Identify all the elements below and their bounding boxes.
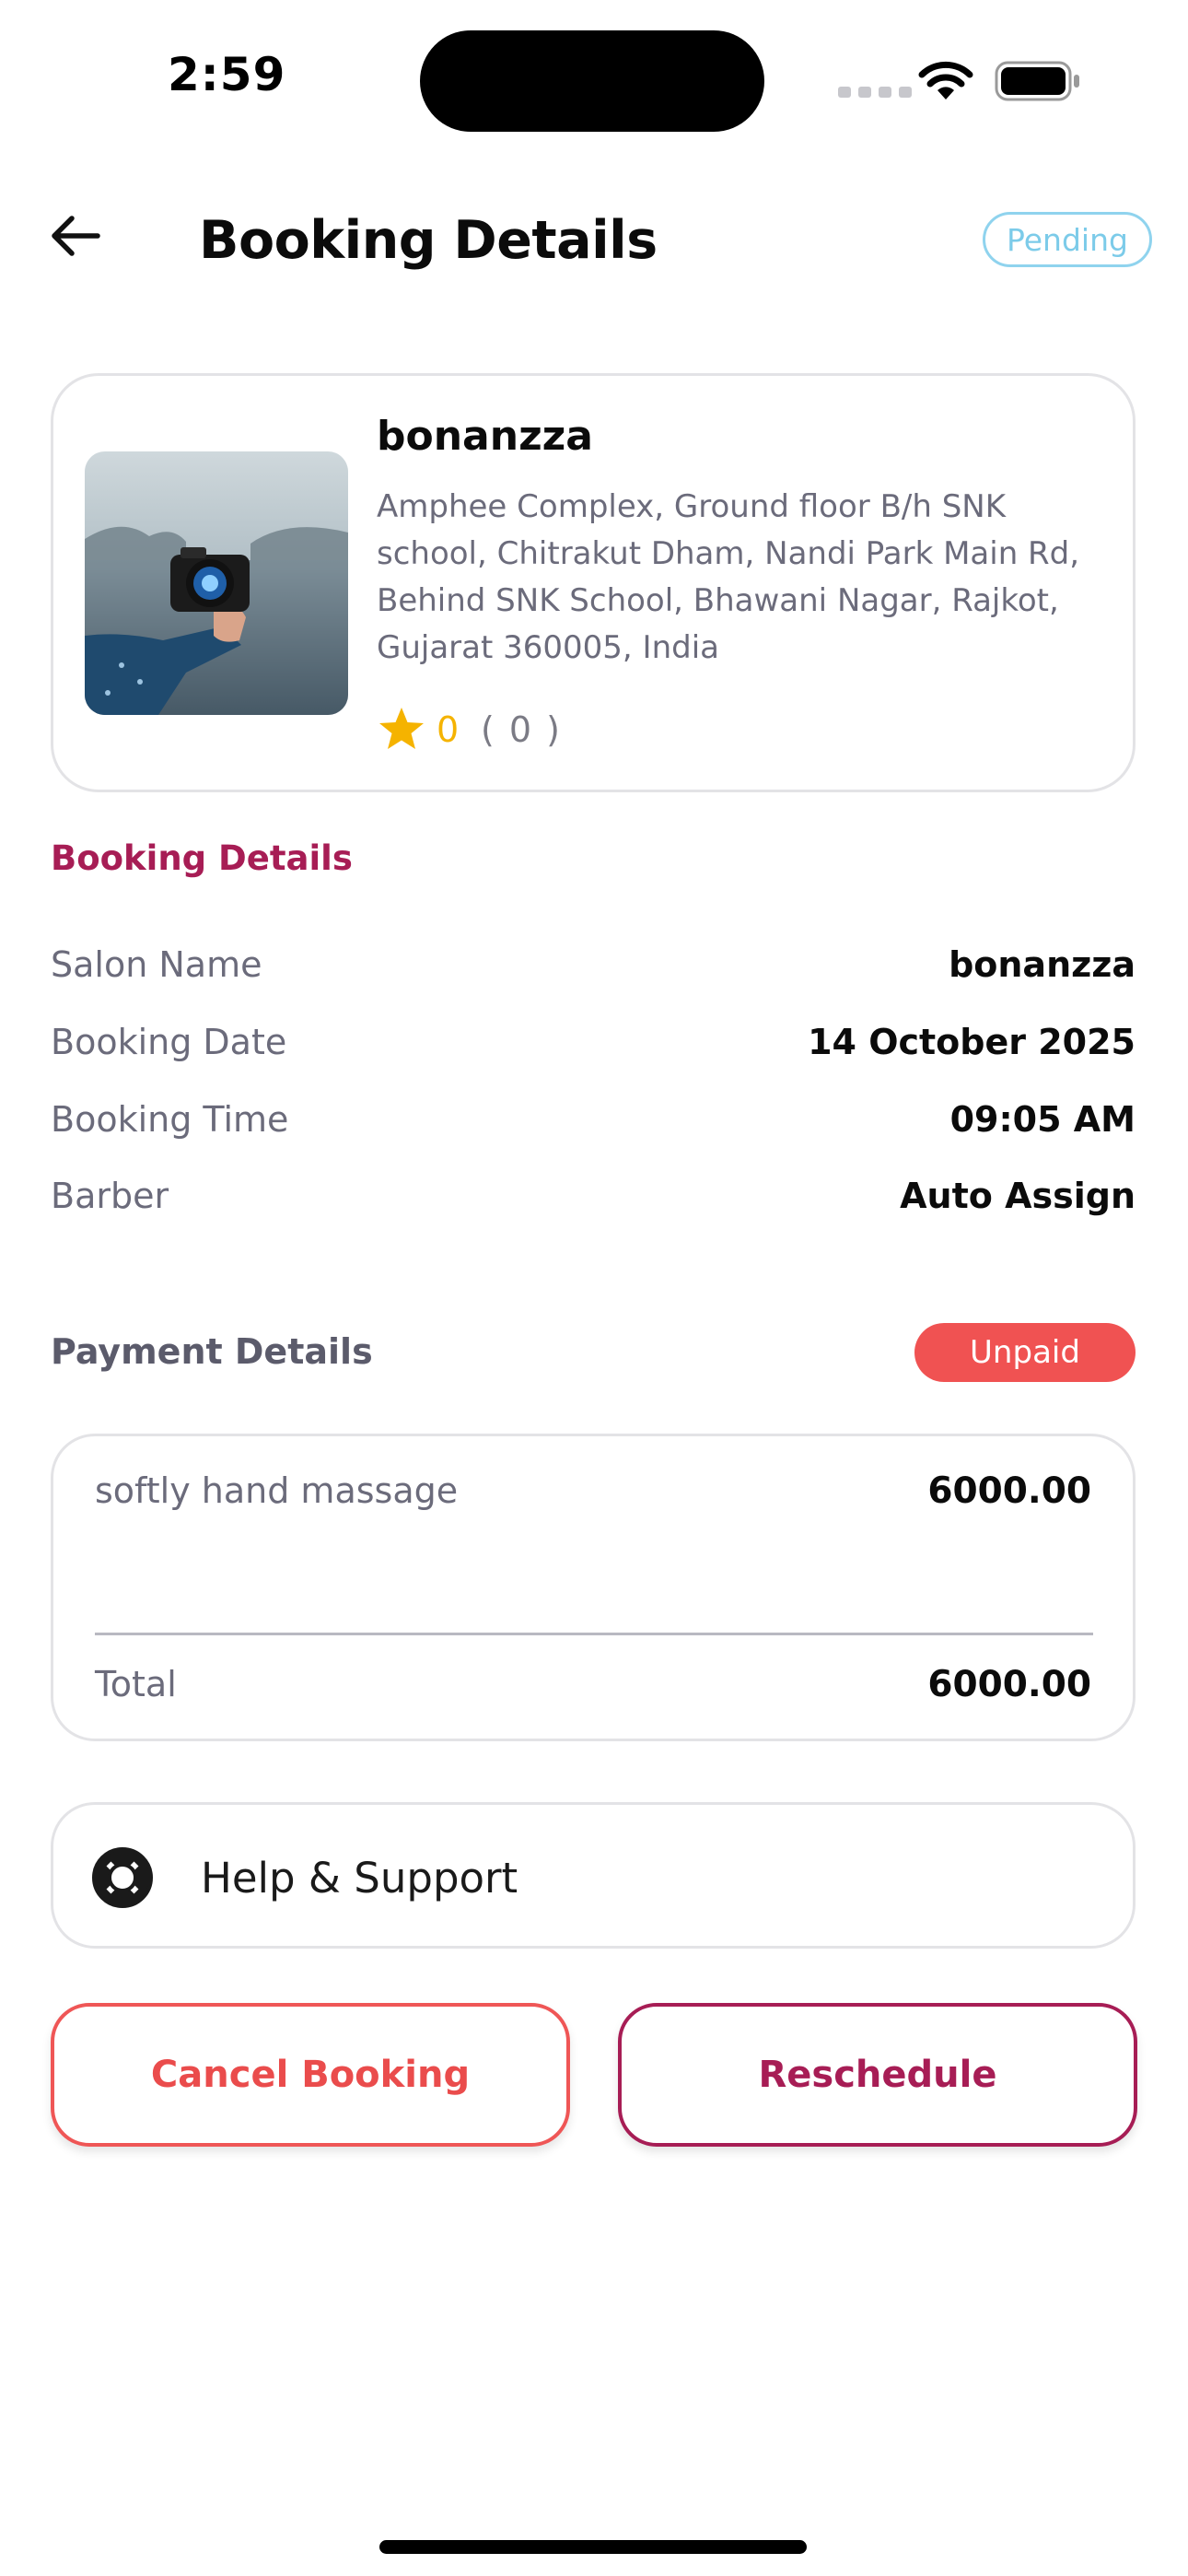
- payment-status-badge: Unpaid: [914, 1323, 1136, 1382]
- booking-details-heading: Booking Details: [51, 838, 353, 878]
- service-item-price: 6000.00: [927, 1470, 1091, 1512]
- cellular-signal-icon: [838, 87, 912, 98]
- booking-time-label: Booking Time: [51, 1099, 289, 1140]
- divider: [95, 1633, 1093, 1635]
- barber-value: Auto Assign: [900, 1176, 1136, 1216]
- salon-thumbnail-image: [85, 451, 348, 715]
- booking-date-value: 14 October 2025: [808, 1022, 1136, 1062]
- service-item-name: softly hand massage: [95, 1470, 459, 1511]
- review-count: ( 0 ): [481, 709, 562, 750]
- booking-status-badge: Pending: [983, 212, 1152, 267]
- booking-date-label: Booking Date: [51, 1022, 287, 1062]
- rating-value: 0: [437, 709, 460, 750]
- lifebuoy-icon: [92, 1847, 153, 1908]
- wifi-icon: [918, 61, 973, 100]
- cancel-booking-button[interactable]: Cancel Booking: [51, 2003, 570, 2147]
- payment-details-heading: Payment Details: [51, 1331, 373, 1372]
- dynamic-island: [420, 30, 764, 132]
- barber-label: Barber: [51, 1176, 169, 1216]
- reschedule-button[interactable]: Reschedule: [618, 2003, 1137, 2147]
- salon-name-value: bonanzza: [949, 944, 1136, 985]
- total-value: 6000.00: [927, 1664, 1091, 1705]
- home-indicator[interactable]: [379, 2540, 807, 2554]
- help-support-label: Help & Support: [201, 1854, 518, 1903]
- battery-icon: [995, 61, 1079, 101]
- back-arrow-icon[interactable]: [48, 208, 103, 263]
- booking-time-value: 09:05 AM: [949, 1099, 1136, 1140]
- total-label: Total: [95, 1664, 177, 1704]
- star-icon: [379, 708, 424, 749]
- salon-address: Amphee Complex, Ground floor B/h SNK sch…: [377, 488, 1080, 666]
- status-bar-time: 2:59: [168, 48, 286, 101]
- salon-name-label: Salon Name: [51, 944, 262, 985]
- page-title: Booking Details: [199, 210, 658, 271]
- salon-name: bonanzza: [377, 413, 593, 460]
